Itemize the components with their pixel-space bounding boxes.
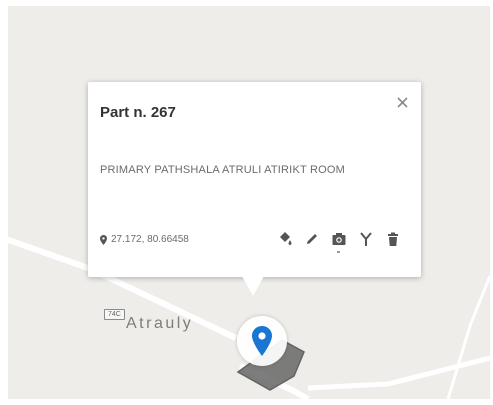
close-icon xyxy=(396,96,408,108)
trash-icon xyxy=(387,232,398,246)
side-road-northeast xyxy=(446,275,490,399)
delete-button[interactable] xyxy=(384,230,401,247)
location-marker-icon xyxy=(252,326,272,356)
edit-button[interactable] xyxy=(303,230,320,247)
pencil-icon xyxy=(306,233,317,244)
popup-toolbar xyxy=(276,230,401,253)
popup-tail xyxy=(242,276,264,296)
map-marker[interactable] xyxy=(237,316,287,366)
active-indicator xyxy=(337,251,340,253)
coordinates-text: 27.172, 80.66458 xyxy=(111,234,189,245)
fork-icon xyxy=(359,231,372,246)
split-button[interactable] xyxy=(357,230,374,247)
photo-button[interactable] xyxy=(330,230,347,253)
popup-description: PRIMARY PATHSHALA ATRULI ATIRIKT ROOM xyxy=(100,164,345,176)
coordinates: 27.172, 80.66458 xyxy=(100,234,189,245)
road-shield: 74C xyxy=(104,309,125,320)
fill-button[interactable] xyxy=(276,230,293,247)
popup-title: Part n. 267 xyxy=(100,104,176,121)
close-button[interactable] xyxy=(394,94,410,110)
location-pin-icon xyxy=(100,234,107,245)
side-road-east xyxy=(307,355,490,391)
place-label: Atrauly xyxy=(126,315,194,332)
paint-bucket-icon xyxy=(279,231,291,245)
camera-icon xyxy=(332,232,345,245)
info-popup: Part n. 267 PRIMARY PATHSHALA ATRULI ATI… xyxy=(88,82,421,296)
